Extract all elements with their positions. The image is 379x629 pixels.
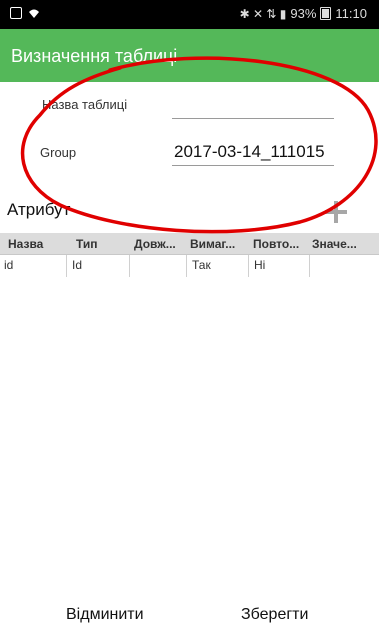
status-indicator-icons: ✱ ✕ ⇅ ▮	[239, 6, 287, 21]
column-header-name[interactable]: Назва	[8, 237, 58, 251]
add-attribute-icon[interactable]	[323, 199, 349, 225]
column-divider	[309, 255, 310, 277]
column-header-length[interactable]: Довж...	[134, 237, 184, 251]
group-underline	[172, 165, 334, 166]
save-button[interactable]: Зберегти	[241, 606, 308, 624]
annotation-ellipse	[20, 56, 378, 234]
table-row[interactable]: id Id Так Ні	[0, 255, 379, 277]
column-header-value[interactable]: Значе...	[312, 237, 372, 251]
column-divider	[186, 255, 187, 277]
cell-name: id	[4, 258, 14, 272]
status-time: 11:10	[335, 6, 367, 21]
column-header-required[interactable]: Вимаг...	[190, 237, 244, 251]
status-right: ✱ ✕ ⇅ ▮ 93% 11:10	[240, 6, 367, 21]
screenshot-icon	[10, 7, 22, 19]
table-name-label: Назва таблиці	[42, 97, 128, 112]
status-bar: ✱ ✕ ⇅ ▮ 93% 11:10	[0, 0, 379, 29]
column-header-repeat[interactable]: Повто...	[253, 237, 307, 251]
table-name-underline	[172, 118, 334, 119]
page-title: Визначення таблиці	[11, 46, 178, 66]
column-divider	[129, 255, 130, 277]
battery-icon	[320, 7, 332, 20]
group-input[interactable]: 2017-03-14_111015	[174, 142, 325, 162]
column-header-type[interactable]: Тип	[76, 237, 116, 251]
attributes-title: Атрибут	[7, 200, 71, 219]
wifi-icon	[29, 9, 39, 18]
app-bar: Визначення таблиці	[0, 29, 379, 82]
column-divider	[248, 255, 249, 277]
battery-percent: 93%	[290, 6, 317, 21]
status-left-icons	[10, 7, 40, 19]
cell-repeat: Ні	[254, 258, 266, 272]
attributes-table-header: Назва Тип Довж... Вимаг... Повто... Знач…	[0, 233, 379, 255]
cancel-button[interactable]: Відминити	[66, 606, 144, 624]
cell-type: Id	[72, 258, 83, 272]
group-label: Group	[40, 145, 77, 160]
column-divider	[66, 255, 67, 277]
cell-required: Так	[192, 258, 211, 272]
